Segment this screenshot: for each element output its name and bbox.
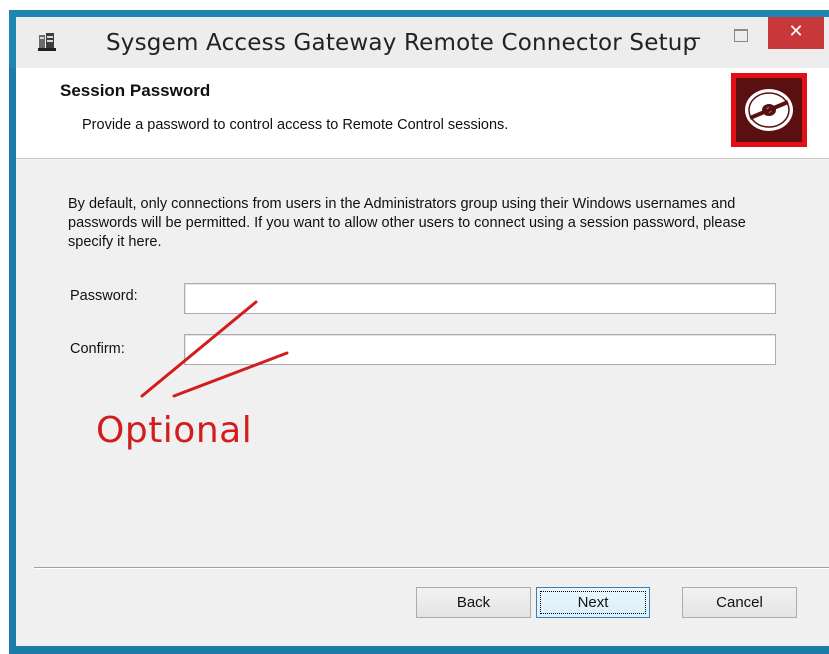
confirm-password-input[interactable]: [184, 334, 776, 365]
confirm-label: Confirm:: [70, 341, 125, 357]
page-subtitle: Provide a password to control access to …: [82, 117, 509, 133]
close-button[interactable]: ✕: [768, 17, 824, 49]
minimize-button[interactable]: –: [676, 25, 712, 51]
back-button[interactable]: Back: [416, 587, 531, 618]
optional-annotation: Optional: [96, 410, 253, 451]
window-title: Sysgem Access Gateway Remote Connector S…: [106, 30, 698, 56]
installer-package-icon: [36, 31, 58, 53]
page-title: Session Password: [60, 81, 211, 100]
password-input[interactable]: [184, 283, 776, 314]
disc-logo-icon: [731, 73, 807, 147]
next-button[interactable]: Next: [536, 587, 650, 618]
password-label: Password:: [70, 288, 138, 304]
title-bar[interactable]: Sysgem Access Gateway Remote Connector S…: [9, 10, 829, 68]
maximize-icon: [734, 29, 748, 42]
maximize-button[interactable]: [722, 25, 758, 51]
footer-divider: [34, 567, 829, 569]
cancel-button[interactable]: Cancel: [682, 587, 797, 618]
focus-rectangle: [540, 591, 646, 614]
description-text: By default, only connections from users …: [68, 196, 746, 250]
